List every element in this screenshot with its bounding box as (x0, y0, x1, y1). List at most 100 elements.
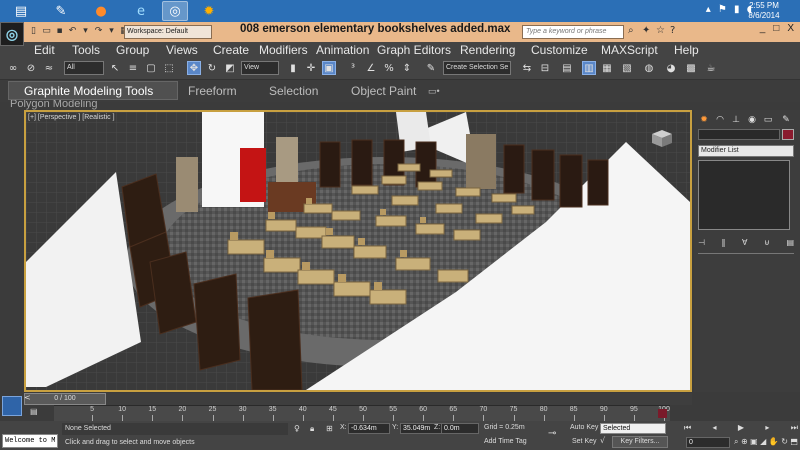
play-icon[interactable]: ▶ (738, 423, 744, 435)
folder-icon[interactable]: ▤ (8, 1, 34, 21)
key-mode-dropdown[interactable]: Selected (600, 423, 666, 434)
selection-lock-icon[interactable]: 🔒︎ (310, 424, 314, 434)
tab-object-paint[interactable]: Object Paint (351, 84, 416, 98)
graphite-toggle-icon[interactable]: ▥ (582, 61, 596, 75)
selection-filter-dropdown[interactable]: All (64, 61, 104, 75)
zoom-icon[interactable]: ⌕ (734, 437, 738, 449)
layer-manager-icon[interactable]: ▤ (560, 61, 574, 75)
menu-create[interactable]: Create (213, 42, 249, 58)
keyboard-shortcut-toggle-icon[interactable]: ▣ (322, 61, 336, 75)
help-icon[interactable]: ? (670, 25, 675, 36)
maxscript-listener[interactable]: Welcome to M (2, 434, 58, 448)
perspective-viewport[interactable]: [+] [Perspective ] [Realistic ] (24, 110, 692, 392)
tab-freeform[interactable]: Freeform (188, 84, 237, 98)
modify-tab-icon[interactable]: ◠ (714, 114, 726, 126)
rectangle-selection-icon[interactable]: ▢ (144, 61, 158, 75)
zoom-extents-icon[interactable]: ▣ (750, 437, 758, 449)
set-key-button[interactable]: Set Key (572, 438, 597, 445)
key-filters-button[interactable]: Key Filters... (612, 436, 668, 448)
material-editor-icon[interactable]: ◍ (642, 61, 656, 75)
minimize-button[interactable]: _ (760, 23, 766, 34)
named-selection-dropdown[interactable]: Create Selection Se (443, 61, 511, 75)
open-file-icon[interactable]: ▭ (41, 25, 52, 37)
auto-key-button[interactable]: Auto Key (570, 424, 598, 431)
remove-modifier-icon[interactable]: ⊍ (764, 238, 770, 250)
absolute-mode-icon[interactable]: ⊞ (326, 424, 333, 433)
previous-frame-icon[interactable]: ◂ (713, 423, 717, 435)
new-file-icon[interactable]: ▯ (28, 25, 39, 37)
bind-spacewarp-icon[interactable]: ≈ (42, 61, 56, 75)
link-icon[interactable]: ∞ (6, 61, 20, 75)
angle-snap-icon[interactable]: ∠ (364, 61, 378, 75)
pivot-center-icon[interactable]: ▮ (286, 61, 300, 75)
menu-rendering[interactable]: Rendering (460, 42, 515, 58)
paint-app-icon[interactable]: ✹ (196, 1, 222, 21)
redo-dropdown-icon[interactable]: ▾ (106, 25, 117, 37)
slider-prev-icon[interactable]: < (24, 393, 34, 405)
hierarchy-tab-icon[interactable]: ⊥ (730, 114, 742, 126)
modifier-list-dropdown[interactable]: Modifier List (698, 145, 794, 157)
percent-snap-icon[interactable]: % (382, 61, 396, 75)
reference-coordinate-dropdown[interactable]: View (241, 61, 279, 75)
search-input[interactable]: Type a keyword or phrase (522, 25, 624, 39)
select-manipulate-icon[interactable]: ✛ (304, 61, 318, 75)
create-tab-icon[interactable]: ✹ (698, 114, 710, 126)
show-end-result-icon[interactable]: ‖ (722, 238, 726, 250)
tab-selection[interactable]: Selection (269, 84, 318, 98)
ribbon-options-icon[interactable]: ▭• (428, 86, 440, 97)
field-of-view-icon[interactable]: ◢ (760, 437, 766, 449)
viewcube[interactable] (648, 128, 674, 148)
select-and-scale-icon[interactable]: ◩ (223, 61, 237, 75)
x-coordinate-field[interactable]: -0.634m (348, 423, 390, 434)
binoculars-icon[interactable]: ⌕ (628, 25, 634, 36)
menu-graph-editors[interactable]: Graph Editors (377, 42, 451, 58)
notes-icon[interactable]: ✎ (48, 1, 74, 21)
max-app-icon[interactable]: ◎ (162, 1, 188, 21)
next-frame-icon[interactable]: ▸ (765, 423, 769, 435)
window-crossing-icon[interactable]: ⬚ (162, 61, 176, 75)
object-name-field[interactable] (698, 129, 780, 140)
display-tab-icon[interactable]: ▭ (762, 114, 774, 126)
edit-named-sets-icon[interactable]: ✎ (424, 61, 438, 75)
max-logo-button[interactable]: ◎ (0, 22, 24, 46)
curve-editor-icon[interactable]: ▦ (600, 61, 614, 75)
make-unique-icon[interactable]: ∀ (742, 238, 747, 250)
set-key-icon[interactable]: ⊸ (548, 428, 556, 439)
menu-animation[interactable]: Animation (316, 42, 369, 58)
undo-icon[interactable]: ↶ (67, 25, 78, 37)
snaps-toggle-icon[interactable]: ³ (346, 61, 360, 75)
utilities-tab-icon[interactable]: ✎ (780, 114, 792, 126)
orbit-icon[interactable]: ↻ (781, 437, 788, 449)
menu-customize[interactable]: Customize (531, 42, 588, 58)
communication-icon[interactable]: ☆ (656, 25, 665, 36)
rendered-frame-window-icon[interactable]: ▩ (684, 61, 698, 75)
mini-curve-editor-icon[interactable]: ▤ (30, 407, 44, 419)
motion-tab-icon[interactable]: ◉ (746, 114, 758, 126)
z-coordinate-field[interactable]: 0.0m (441, 423, 479, 434)
configure-modifier-sets-icon[interactable]: ▤ (786, 238, 794, 250)
add-time-tag-button[interactable]: Add Time Tag (484, 438, 527, 445)
time-slider-thumb[interactable]: 0 / 100 (24, 393, 106, 405)
modifier-stack[interactable] (698, 160, 790, 230)
select-by-name-icon[interactable]: ≡ (126, 61, 140, 75)
pin-stack-icon[interactable]: ⊣ (698, 238, 705, 250)
menu-views[interactable]: Views (166, 42, 198, 58)
default-tangent-icon[interactable]: √ (600, 436, 605, 445)
ie-icon[interactable]: e (128, 1, 154, 21)
current-frame-field[interactable]: 0 (686, 437, 730, 448)
go-to-end-icon[interactable]: ⏭ (791, 423, 798, 435)
save-file-icon[interactable]: ▪ (54, 25, 65, 37)
viewport-label[interactable]: [+] [Perspective ] [Realistic ] (28, 114, 115, 121)
redo-icon[interactable]: ↷ (93, 25, 104, 37)
menu-maxscript[interactable]: MAXScript (601, 42, 658, 58)
object-color-swatch[interactable] (782, 129, 794, 140)
track-bar[interactable]: 5101520253035404550556065707580859095100 (54, 405, 670, 421)
time-slider[interactable]: 0 / 100 (24, 393, 692, 405)
menu-modifiers[interactable]: Modifiers (259, 42, 308, 58)
zoom-all-icon[interactable]: ⊕ (741, 437, 748, 449)
tab-graphite-modeling-tools[interactable]: Graphite Modeling Tools (24, 84, 153, 98)
spinner-snap-icon[interactable]: ⇕ (400, 61, 414, 75)
menu-tools[interactable]: Tools (72, 42, 100, 58)
go-to-start-icon[interactable]: ⏮ (684, 423, 691, 435)
taskbar-clock[interactable]: 2:55 PM 8/6/2014 (742, 1, 786, 21)
